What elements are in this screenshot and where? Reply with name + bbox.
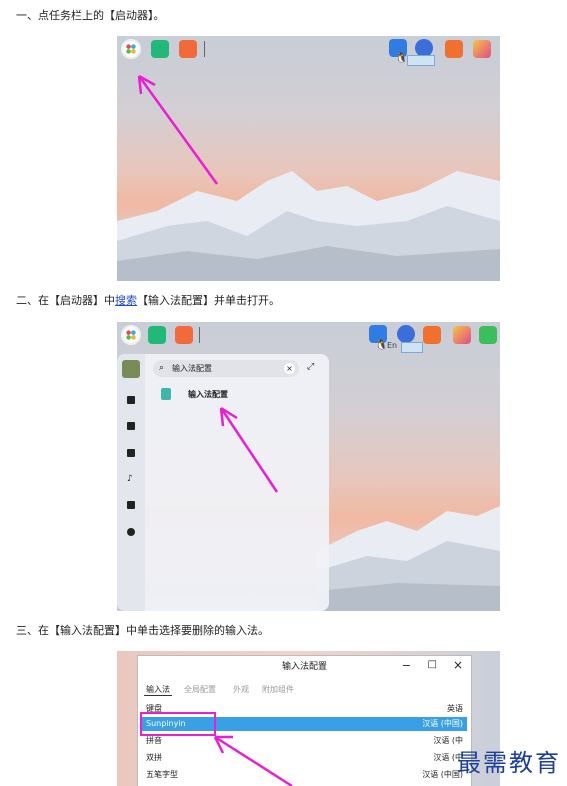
watermark-logo: 最需教育 [457,749,561,777]
screenshot-launcher: 🐧 En ♪ ⌕ 输入法配置 × ⤢ 输入法配置 [117,322,500,611]
pointer-arrow [137,74,219,185]
pointer-arrow [213,735,293,786]
screenshot-im-config: 输入法配置 − □ × 输入法 全局配置 外观 附加组件 键盘 英语 Sunpin… [117,651,500,786]
step-1-text: 一、点任务栏上的【启动器】。 [16,9,165,22]
screenshot-taskbar: 🐧 [117,36,500,281]
step-3-text: 三、在【输入法配置】中单击选择要删除的输入法。 [16,624,269,637]
search-link[interactable]: 搜索 [115,294,137,307]
step-2-text: 二、在【启动器】中搜索【输入法配置】并单击打开。 [16,294,280,307]
pointer-arrow [219,406,279,493]
